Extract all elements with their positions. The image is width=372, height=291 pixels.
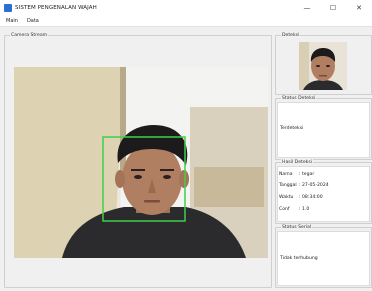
- menu-bar: Main Data: [0, 16, 372, 27]
- window-title: SISTEM PENGENALAN WAJAH: [15, 5, 97, 11]
- camera-stream-title: Camera Stream: [10, 32, 49, 39]
- result-time-label: Waktu: [279, 195, 294, 200]
- app-icon: [4, 4, 12, 12]
- camera-image: [14, 67, 268, 258]
- serial-status-value: Tidak terhubung: [280, 256, 318, 261]
- menu-main[interactable]: Main: [6, 18, 18, 24]
- menu-data[interactable]: Data: [27, 18, 39, 24]
- minimize-button[interactable]: —: [294, 0, 320, 16]
- result-name-value: : tegar: [299, 172, 315, 177]
- result-date-label: Tanggal: [279, 183, 297, 188]
- maximize-button[interactable]: ☐: [320, 0, 346, 16]
- title-bar: SISTEM PENGENALAN WAJAH — ☐ ✕: [0, 0, 372, 16]
- serial-status-title: Status Serial: [281, 224, 313, 231]
- status-detection-value: Terdeteksi: [280, 126, 304, 131]
- close-button[interactable]: ✕: [346, 0, 372, 16]
- camera-feed: [14, 67, 268, 258]
- result-title: Hasil Deteksi: [281, 159, 313, 166]
- result-conf-value: : 1.0: [299, 207, 310, 212]
- result-name-label: Nama: [279, 172, 293, 177]
- detected-face-thumbnail: [299, 42, 347, 90]
- result-conf-label: Conf: [279, 207, 290, 212]
- result-time-value: : 08:34:00: [299, 195, 323, 200]
- detection-title: Deteksi: [281, 32, 301, 39]
- status-detection-title: Status Deteksi: [281, 95, 317, 102]
- result-date-value: : 27-05-2024: [299, 183, 329, 188]
